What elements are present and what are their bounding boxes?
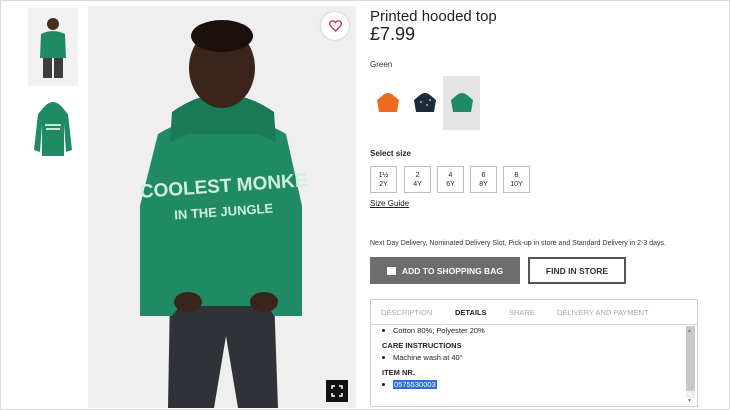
size-option-6y[interactable]: 4 6Y <box>437 166 464 193</box>
item-number-text[interactable]: 0575530003 <box>393 380 437 389</box>
green-hoodie-icon <box>450 93 473 112</box>
thumbnail-model[interactable] <box>28 8 78 86</box>
color-swatch-orange[interactable] <box>370 76 406 130</box>
size-top: 1½ <box>378 171 389 179</box>
care-heading: CARE INSTRUCTIONS <box>382 341 462 350</box>
size-top: 4 <box>448 171 453 179</box>
selected-color-name: Green <box>370 60 393 69</box>
wishlist-button[interactable] <box>321 12 349 40</box>
tab-description[interactable]: DESCRIPTION <box>381 308 432 317</box>
product-price: £7.99 <box>370 24 416 44</box>
bullet-icon <box>382 329 385 332</box>
expand-icon <box>331 385 343 397</box>
details-content: Cotton 80%; Polyester 20% CARE INSTRUCTI… <box>382 325 682 390</box>
size-guide-link[interactable]: Size Guide <box>370 199 409 208</box>
care-item-text: Machine wash at 40° <box>393 353 463 362</box>
size-bottom: 2Y <box>379 180 388 188</box>
size-option-4y[interactable]: 2 4Y <box>404 166 431 193</box>
scrollbar-thumb[interactable] <box>686 326 695 391</box>
composition-text: Cotton 80%; Polyester 20% <box>393 326 485 335</box>
size-option-2y[interactable]: 1½ 2Y <box>370 166 397 193</box>
scroll-down-icon[interactable]: ▼ <box>687 398 692 404</box>
tab-delivery-payment[interactable]: DELIVERY AND PAYMENT <box>557 308 649 317</box>
size-bottom: 4Y <box>413 180 422 188</box>
list-item: Cotton 80%; Polyester 20% <box>382 325 682 336</box>
orange-hoodie-icon <box>377 93 399 112</box>
select-size-label: Select size <box>370 149 411 158</box>
find-in-store-button[interactable]: FIND IN STORE <box>528 257 626 284</box>
size-option-10y[interactable]: 8 10Y <box>503 166 530 193</box>
heart-icon <box>328 20 342 32</box>
fullscreen-button[interactable] <box>326 380 348 402</box>
bullet-icon <box>382 383 385 386</box>
scroll-up-icon[interactable]: ▲ <box>687 328 692 334</box>
item-number-heading: ITEM NR. <box>382 368 415 377</box>
product-title: Printed hooded top <box>370 8 497 25</box>
add-to-bag-button[interactable]: ADD TO SHOPPING BAG <box>370 257 520 284</box>
size-bottom: 8Y <box>479 180 488 188</box>
color-swatch-green[interactable] <box>443 76 480 130</box>
delivery-info: Next Day Delivery, Nominated Delivery Sl… <box>370 240 666 247</box>
size-top: 2 <box>415 171 420 179</box>
list-item: Machine wash at 40° <box>382 352 682 363</box>
shopping-bag-icon <box>387 266 397 275</box>
size-bottom: 6Y <box>446 180 455 188</box>
tab-details[interactable]: DETAILS <box>455 308 487 317</box>
find-in-store-label: FIND IN STORE <box>545 265 609 276</box>
size-option-8y[interactable]: 6 8Y <box>470 166 497 193</box>
add-to-bag-label: ADD TO SHOPPING BAG <box>402 265 503 276</box>
thumbnail-flat[interactable] <box>28 98 78 170</box>
size-top: 8 <box>514 171 519 179</box>
color-swatch-navy[interactable] <box>407 76 443 130</box>
navy-hoodie-icon <box>414 93 436 112</box>
size-bottom: 10Y <box>510 180 523 188</box>
product-main-image: COOLEST MONKE IN THE JUNGLE <box>88 6 356 408</box>
tab-share[interactable]: SHARE <box>509 308 535 317</box>
bullet-icon <box>382 356 385 359</box>
list-item: 0575530003 <box>382 379 682 390</box>
size-top: 6 <box>481 171 486 179</box>
